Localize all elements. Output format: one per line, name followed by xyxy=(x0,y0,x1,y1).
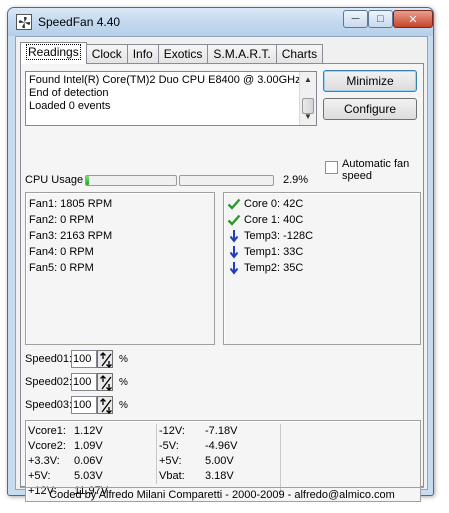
voltage-name: Vbat: xyxy=(159,470,185,482)
temperature-reading: Core 0: 42C xyxy=(227,196,417,212)
cpu-usage-bar-2 xyxy=(179,175,274,186)
voltage-reading: +3.3V: 0.06V xyxy=(28,454,152,469)
voltage-reading: +5V: 5.03V xyxy=(28,469,152,484)
scroll-down-icon[interactable]: ▼ xyxy=(300,109,316,125)
log-line: Loaded 0 events xyxy=(29,100,111,112)
voltage-value: -7.18V xyxy=(205,425,238,437)
tab-clock[interactable]: Clock xyxy=(85,44,128,64)
cpu-usage-bar-1 xyxy=(85,175,177,186)
voltage-name: Vcore1: xyxy=(28,425,66,437)
temperature-label: Core 1: 40C xyxy=(244,214,304,226)
speed02-spinner-icon[interactable] xyxy=(97,373,113,391)
speed02-unit: % xyxy=(119,376,128,388)
check-icon xyxy=(227,198,241,210)
voltage-value: 3.18V xyxy=(205,470,234,482)
fan-reading: Fan5: 0 RPM xyxy=(29,262,94,274)
speed03-spinner-icon[interactable] xyxy=(97,396,113,414)
automatic-fan-speed-checkbox[interactable] xyxy=(325,161,338,174)
voltage-value: 0.06V xyxy=(74,455,103,467)
speed03-label: Speed03: xyxy=(25,399,73,411)
voltage-value: 5.03V xyxy=(74,470,103,482)
voltage-column-2: -12V: -7.18V -5V: -4.96V +5V: 5.00V Vbat: 3.… xyxy=(156,424,278,484)
temperature-reading: Temp1: 33C xyxy=(227,244,417,260)
minimize-button[interactable]: Minimize xyxy=(323,70,417,92)
temperature-reading: Core 1: 40C xyxy=(227,212,417,228)
window-close-button[interactable]: ✕ xyxy=(393,10,433,28)
log-scrollbar[interactable]: ▲ ▼ xyxy=(299,72,316,125)
temperature-label: Temp2: 35C xyxy=(244,262,304,274)
speed02-input[interactable]: 100 xyxy=(71,373,97,391)
fan-reading: Fan2: 0 RPM xyxy=(29,214,94,226)
window-minimize-button[interactable]: ─ xyxy=(343,10,368,28)
credits-footer: Coded by Alfredo Milani Comparetti - 200… xyxy=(20,487,424,501)
fan-reading: Fan3: 2163 RPM xyxy=(29,230,113,242)
voltage-reading: +5V: 5.00V xyxy=(159,454,278,469)
tab-smart[interactable]: S.M.A.R.T. xyxy=(207,44,277,64)
voltage-name: +3.3V: xyxy=(28,455,60,467)
speed01-label: Speed01: xyxy=(25,353,73,365)
voltage-name: -5V: xyxy=(159,440,179,452)
temperature-label: Temp1: 33C xyxy=(244,246,304,258)
voltage-reading: Vcore1: 1.12V xyxy=(28,424,152,439)
voltage-reading: -5V: -4.96V xyxy=(159,439,278,454)
voltage-name: +5V: xyxy=(28,470,51,482)
event-log[interactable]: Found Intel(R) Core(TM)2 Duo CPU E8400 @… xyxy=(25,71,317,126)
voltage-value: 1.09V xyxy=(74,440,103,452)
window-maximize-button[interactable]: □ xyxy=(368,10,393,28)
temperature-reading: Temp3: -128C xyxy=(227,228,417,244)
client-area: Readings Clock Info Exotics S.M.A.R.T. C… xyxy=(15,36,428,502)
speed01-control: Speed01: 100 % xyxy=(25,349,128,369)
voltage-value: 5.00V xyxy=(205,455,234,467)
voltage-value: -4.96V xyxy=(205,440,238,452)
speed01-unit: % xyxy=(119,353,128,365)
cpu-usage-label: CPU Usage xyxy=(25,174,84,186)
voltage-name: Vcore2: xyxy=(28,440,66,452)
voltage-value: 1.12V xyxy=(74,425,103,437)
speed03-unit: % xyxy=(119,399,128,411)
cpu-usage-fill-1 xyxy=(86,176,89,185)
check-icon xyxy=(227,214,241,226)
voltage-name: +5V: xyxy=(159,455,182,467)
fan-reading: Fan1: 1805 RPM xyxy=(29,198,113,210)
voltage-reading: Vbat: 3.18V xyxy=(159,469,278,484)
configure-button[interactable]: Configure xyxy=(323,98,417,120)
log-line: End of detection xyxy=(29,87,109,99)
title-bar[interactable]: SpeedFan 4.40 ─ □ ✕ xyxy=(8,8,433,36)
speedfan-window: SpeedFan 4.40 ─ □ ✕ Readings Clock Info … xyxy=(7,7,434,502)
readings-panel: Found Intel(R) Core(TM)2 Duo CPU E8400 @… xyxy=(20,63,424,502)
speedfan-app-icon[interactable] xyxy=(16,14,32,30)
speed01-spinner-icon[interactable] xyxy=(97,350,113,368)
down-arrow-icon xyxy=(229,262,239,275)
voltage-reading: -12V: -7.18V xyxy=(159,424,278,439)
speed03-control: Speed03: 100 % xyxy=(25,395,128,415)
speed01-input[interactable]: 100 xyxy=(71,350,97,368)
voltage-name: -12V: xyxy=(159,425,185,437)
tab-readings[interactable]: Readings xyxy=(20,42,87,64)
speed03-input[interactable]: 100 xyxy=(71,396,97,414)
speed02-control: Speed02: 100 % xyxy=(25,372,128,392)
log-line: Found Intel(R) Core(TM)2 Duo CPU E8400 @… xyxy=(29,74,301,86)
tab-readings-label: Readings xyxy=(26,44,81,60)
tab-info[interactable]: Info xyxy=(126,44,159,64)
voltage-reading: Vcore2: 1.09V xyxy=(28,439,152,454)
scroll-up-icon[interactable]: ▲ xyxy=(300,72,316,88)
tab-exotics[interactable]: Exotics xyxy=(157,44,209,64)
speed02-label: Speed02: xyxy=(25,376,73,388)
fan-readings-panel: Fan1: 1805 RPM Fan2: 0 RPM Fan3: 2163 RP… xyxy=(25,192,215,345)
window-title: SpeedFan 4.40 xyxy=(38,15,121,29)
tab-charts[interactable]: Charts xyxy=(275,44,324,64)
automatic-fan-speed-label: Automatic fan speed xyxy=(342,158,410,182)
cpu-usage-percent: 2.9% xyxy=(283,174,309,186)
temperature-reading: Temp2: 35C xyxy=(227,260,417,276)
fan-reading: Fan4: 0 RPM xyxy=(29,246,94,258)
tab-strip: Readings Clock Info Exotics S.M.A.R.T. C… xyxy=(20,42,324,64)
temperature-label: Core 0: 42C xyxy=(244,198,304,210)
temperature-readings-panel: Core 0: 42C Core 1: 40C Temp3: -128C Tem… xyxy=(223,192,421,345)
down-arrow-icon xyxy=(229,230,239,243)
temperature-label: Temp3: -128C xyxy=(244,230,314,242)
down-arrow-icon xyxy=(229,246,239,259)
